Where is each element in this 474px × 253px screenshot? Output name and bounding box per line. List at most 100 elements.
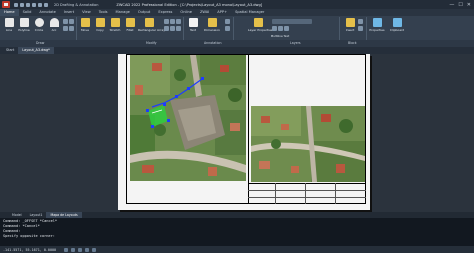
tab-express[interactable]: Express [154,9,176,16]
workspace-selector[interactable]: 2D Drafting & Annotation [54,3,98,7]
tab-home[interactable]: Home [0,9,19,16]
polar-toggle-icon[interactable] [85,247,90,252]
rotate-icon[interactable] [164,19,169,24]
title-block-column [305,183,306,204]
arc-tool[interactable]: Arc [47,18,61,32]
title-block-column [335,183,336,204]
stretch-tool[interactable]: Stretch [108,18,122,32]
mirror-icon[interactable] [170,19,175,24]
group-label-modify: Modify [146,41,157,45]
title-block-row [248,190,366,191]
document-tab-bar: Start Layout_A3.dwg* [0,47,474,54]
cursor-coordinates: -141.5571, 55.1671, 0.0000 [3,247,57,252]
leader-icon[interactable] [225,19,230,24]
clipboard-tool[interactable]: Clipboard [388,18,406,32]
tab-insert[interactable]: Insert [60,9,78,16]
tab-solid[interactable]: Solid [19,9,36,16]
tab-annotate[interactable]: Annotate [35,9,59,16]
hatch-icon[interactable] [69,19,74,24]
window-title: ZWCAD 2022 Professional Edition - [C:\Pr… [116,2,263,7]
line-tool[interactable]: Line [2,18,16,32]
doc-tab-start[interactable]: Start [2,47,18,54]
title-block-row [248,197,366,198]
copy-tool[interactable]: Copy [93,18,107,32]
dimension-icon [207,18,217,27]
clipboard-icon [392,18,402,27]
layer-dropdown[interactable] [272,19,312,24]
fillet-tool[interactable]: Fillet [123,18,137,32]
location-aerial-image [251,106,365,182]
snap-toggle-icon[interactable] [71,247,76,252]
line-icon [4,18,14,27]
command-window[interactable]: Command: _OFFSET *Cancel* Command: *Canc… [0,218,474,246]
status-bar: -141.5571, 55.1671, 0.0000 [0,246,474,253]
viewport-location-map[interactable] [251,106,365,182]
maximize-button[interactable]: ☐ [458,2,462,8]
erase-icon[interactable] [170,26,175,31]
spline-icon[interactable] [69,26,74,31]
arc-icon [49,18,59,27]
rectangular-array-tool[interactable]: Rectangular Array [138,18,165,32]
app-logo-icon[interactable] [2,1,10,8]
create-block-icon[interactable] [358,19,363,24]
layers-icon [253,18,263,27]
command-prompt[interactable]: Specify opposite corner: [3,234,471,239]
group-label-layers: Layers [290,41,301,45]
save-icon[interactable] [26,2,30,7]
circle-tool[interactable]: Circle [32,18,46,32]
tab-manage[interactable]: Manage [112,9,134,16]
tab-app-plus[interactable]: APP+ [213,9,231,16]
dimension-tool[interactable]: Dimension [203,18,221,32]
move-tool[interactable]: Move [78,18,92,32]
new-file-icon[interactable] [14,2,18,7]
properties-tool[interactable]: Properties [368,18,386,32]
polyline-icon [19,18,29,27]
title-bar: 2D Drafting & Annotation ZWCAD 2022 Prof… [0,0,474,9]
layer-off-icon[interactable] [272,26,277,31]
ellipse-icon[interactable] [63,26,68,31]
selected-parcel[interactable] [130,55,246,181]
insert-block-icon [345,18,355,27]
osnap-toggle-icon[interactable] [92,247,97,252]
stretch-icon [110,18,120,27]
tab-zwai[interactable]: ZWAI [196,9,213,16]
tab-output[interactable]: Output [134,9,154,16]
scale-icon[interactable] [176,19,181,24]
tab-spatial-manager[interactable]: Spatial Manager [231,9,268,16]
ribbon-group-bar [0,40,474,47]
title-block-column [275,183,276,204]
grid-toggle-icon[interactable] [64,247,69,252]
ortho-toggle-icon[interactable] [78,247,83,252]
explode-icon[interactable] [176,26,181,31]
redo-icon[interactable] [44,2,48,7]
group-label-annotation: Annotation [204,41,222,45]
drawing-canvas[interactable] [0,54,474,249]
layer-lock-icon[interactable] [284,26,289,31]
viewport-aerial-map[interactable] [130,55,246,181]
open-file-icon[interactable] [20,2,24,7]
layer-properties-tool[interactable]: Layer Properties [248,18,272,32]
fillet-icon [125,18,135,27]
tab-online[interactable]: Online [176,9,196,16]
insert-block-tool[interactable]: Insert [343,18,357,32]
copy-icon [95,18,105,27]
ribbon-tab-bar: Home Solid Annotate Insert View Tools Ma… [0,9,474,16]
tab-view[interactable]: View [78,9,95,16]
table-icon[interactable] [225,26,230,31]
undo-icon[interactable] [38,2,42,7]
polyline-tool[interactable]: Polyline [17,18,31,32]
tab-tools[interactable]: Tools [95,9,112,16]
frame-divider [248,54,249,204]
close-button[interactable]: ✕ [467,2,471,8]
layer-freeze-icon[interactable] [278,26,283,31]
circle-icon [34,18,44,27]
trim-icon[interactable] [164,26,169,31]
rectangle-icon[interactable] [63,19,68,24]
print-icon[interactable] [32,2,36,7]
minimize-button[interactable]: — [449,2,454,8]
title-block [248,183,366,204]
multiline-text-tool[interactable]: Multiline Text [270,33,290,38]
edit-block-icon[interactable] [358,26,363,31]
text-tool[interactable]: Text [186,18,200,32]
doc-tab-layout[interactable]: Layout_A3.dwg* [18,47,54,54]
